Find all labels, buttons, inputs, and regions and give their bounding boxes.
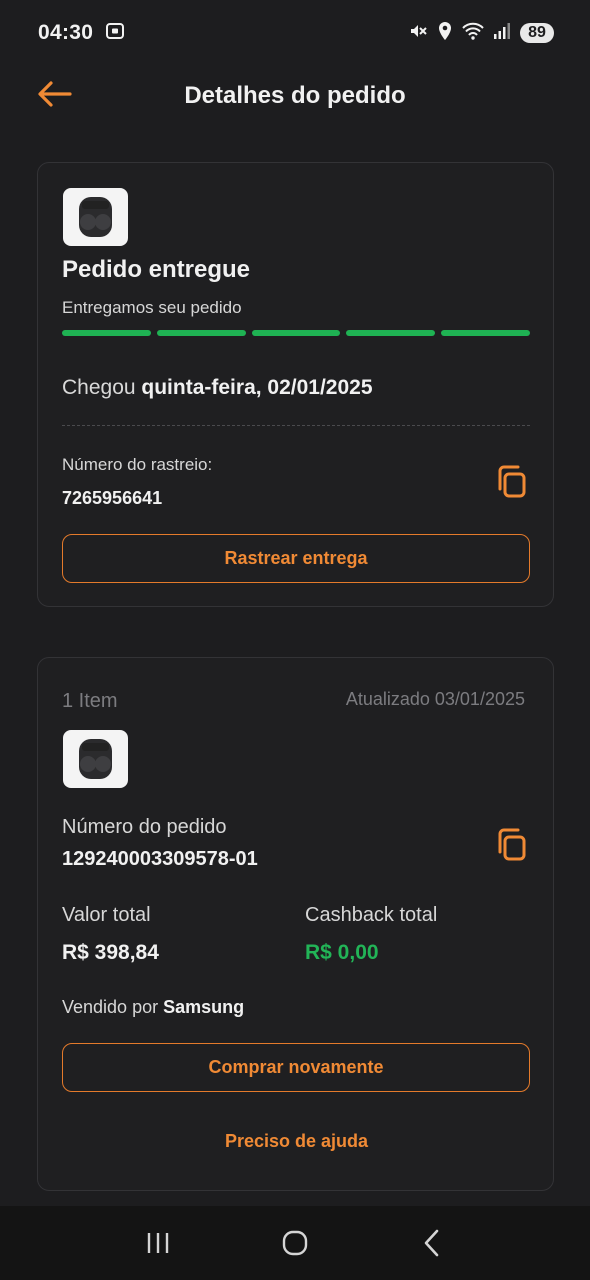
arrival-info: Chegou quinta-feira, 02/01/2025 [62, 376, 373, 400]
product-thumbnail [63, 188, 128, 246]
progress-segment [156, 330, 246, 336]
recent-apps-button[interactable] [136, 1221, 180, 1265]
page-title: Detalhes do pedido [184, 82, 406, 109]
order-details-card: 1 Item Atualizado 03/01/2025 Número do p… [37, 657, 554, 1191]
screenshot-icon [105, 21, 125, 46]
order-status-subtitle: Entregamos seu pedido [62, 298, 242, 317]
cashback-label: Cashback total [305, 904, 438, 926]
divider [62, 425, 530, 426]
home-button[interactable] [273, 1221, 317, 1265]
signal-icon [493, 22, 511, 45]
product-thumbnail [63, 730, 128, 788]
total-value-label: Valor total [62, 904, 151, 926]
buy-again-button[interactable]: Comprar novamente [62, 1043, 530, 1092]
chevron-left-icon [424, 1229, 438, 1257]
recent-apps-icon [148, 1233, 169, 1253]
home-icon [282, 1230, 308, 1256]
delivery-status-card: Pedido entregue Entregamos seu pedido Ch… [37, 162, 554, 607]
progress-segment [441, 330, 530, 336]
system-navigation-bar [0, 1206, 590, 1280]
location-icon [437, 21, 453, 46]
order-status-title: Pedido entregue [62, 256, 251, 283]
delivery-progress-bar [62, 330, 530, 336]
cashback-value: R$ 0,00 [305, 941, 379, 964]
item-count: 1 Item [62, 690, 118, 712]
sold-by-prefix: Vendido por [62, 997, 159, 1017]
help-link[interactable]: Preciso de ajuda [38, 1131, 555, 1152]
arrival-date: quinta-feira, 02/01/2025 [141, 376, 373, 399]
copy-order-number-icon[interactable] [495, 827, 529, 863]
progress-segment [251, 330, 341, 336]
seller-name: Samsung [163, 997, 245, 1017]
tracking-label: Número do rastreio: [62, 455, 213, 474]
copy-tracking-icon[interactable] [495, 464, 529, 500]
back-button[interactable] [36, 78, 76, 110]
order-number-label: Número do pedido [62, 816, 227, 838]
order-number: 129240003309578-01 [62, 848, 258, 870]
arrival-prefix: Chegou [62, 376, 136, 399]
wifi-icon [462, 21, 484, 46]
page-header: Detalhes do pedido [0, 66, 590, 126]
progress-segment [62, 330, 151, 336]
total-value: R$ 398,84 [62, 941, 159, 964]
tracking-number: 7265956641 [62, 488, 163, 508]
track-delivery-button[interactable]: Rastrear entrega [62, 534, 530, 583]
updated-date: Atualizado 03/01/2025 [345, 689, 525, 709]
progress-segment [346, 330, 436, 336]
status-time: 04:30 [38, 21, 94, 44]
status-bar: 04:30 89 [0, 0, 590, 66]
arrow-left-icon [38, 81, 72, 107]
mute-icon [408, 21, 428, 46]
system-back-button[interactable] [410, 1221, 454, 1265]
battery-icon: 89 [520, 23, 554, 43]
seller-info: Vendido por Samsung [62, 997, 244, 1018]
